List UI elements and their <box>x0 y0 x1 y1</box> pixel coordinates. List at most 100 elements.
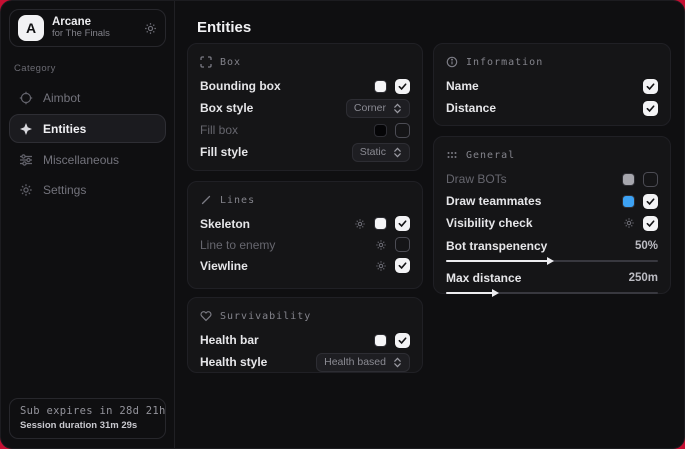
setting-row-fill-style: Fill style Static <box>200 141 410 163</box>
setting-label: Max distance <box>446 271 629 285</box>
row-settings-gear-icon[interactable] <box>375 239 387 251</box>
setting-row-bounding-box: Bounding box <box>200 75 410 97</box>
panel-title: Lines <box>220 195 255 206</box>
setting-label: Name <box>446 79 635 93</box>
panel-survivability: Survivability Health bar Health style He… <box>187 297 423 373</box>
sidebar-item-miscellaneous[interactable]: Miscellaneous <box>9 146 166 173</box>
setting-row-line-to-enemy: Line to enemy <box>200 234 410 255</box>
setting-label: Draw teammates <box>446 194 614 208</box>
line-icon <box>200 194 212 206</box>
setting-row-health-style: Health style Health based <box>200 351 410 373</box>
checkbox-checked[interactable] <box>395 258 410 273</box>
setting-label: Fill box <box>200 123 366 137</box>
checkbox-checked[interactable] <box>643 101 658 116</box>
setting-label: Box style <box>200 101 338 115</box>
health-style-select[interactable]: Health based <box>316 353 410 372</box>
panel-title: General <box>466 150 515 161</box>
panel-box: Box Bounding box Box style Corner Fill b… <box>187 43 423 171</box>
setting-label: Fill style <box>200 145 344 159</box>
slider-fill <box>446 292 493 294</box>
color-swatch[interactable] <box>622 195 635 208</box>
logo-card: A Arcane for The Finals <box>9 9 166 47</box>
max-distance-slider[interactable] <box>446 292 658 294</box>
setting-label: Health style <box>200 355 308 369</box>
slider-value: 250m <box>629 272 658 284</box>
category-label: Category <box>14 63 166 74</box>
subscription-card: Sub expires in 28d 21h Session duration … <box>9 398 166 439</box>
setting-row-max-distance: Max distance 250m <box>446 268 658 288</box>
panel-general-header: General <box>446 146 658 164</box>
panel-survivability-header: Survivability <box>200 307 410 325</box>
panel-title: Survivability <box>220 311 311 322</box>
color-swatch[interactable] <box>374 217 387 230</box>
page-title: Entities <box>197 19 251 36</box>
info-icon <box>446 56 458 68</box>
sidebar-item-label: Entities <box>43 122 86 136</box>
checkbox-checked[interactable] <box>643 79 658 94</box>
setting-row-fill-box: Fill box <box>200 119 410 141</box>
color-swatch[interactable] <box>374 124 387 137</box>
setting-row-health-bar: Health bar <box>200 329 410 351</box>
panel-box-header: Box <box>200 53 410 71</box>
select-value: Corner <box>354 102 386 114</box>
panel-lines-header: Lines <box>200 191 410 209</box>
select-value: Health based <box>324 356 386 368</box>
crosshair-icon <box>19 91 33 105</box>
bot-transparency-slider[interactable] <box>446 260 658 262</box>
setting-label: Distance <box>446 101 635 115</box>
setting-row-visibility-check: Visibility check <box>446 212 658 234</box>
sidebar-item-aimbot[interactable]: Aimbot <box>9 84 166 111</box>
sidebar-item-label: Aimbot <box>43 91 80 105</box>
sidebar-item-label: Miscellaneous <box>43 153 119 167</box>
checkbox-checked[interactable] <box>395 79 410 94</box>
row-settings-gear-icon[interactable] <box>623 217 635 229</box>
account-gear-icon[interactable] <box>144 22 157 35</box>
slider-fill <box>446 260 548 262</box>
sidebar: A Arcane for The Finals Category <box>1 1 175 448</box>
session-duration-text: Session duration 31m 29s <box>20 420 155 431</box>
setting-label: Skeleton <box>200 217 346 231</box>
sidebar-item-settings[interactable]: Settings <box>9 176 166 203</box>
heart-icon <box>200 310 212 322</box>
panel-title: Information <box>466 57 543 68</box>
checkbox-checked[interactable] <box>395 333 410 348</box>
slider-thumb[interactable] <box>492 289 499 297</box>
checkbox-checked[interactable] <box>643 194 658 209</box>
checkbox-checked[interactable] <box>643 216 658 231</box>
checkbox-unchecked[interactable] <box>395 123 410 138</box>
color-swatch[interactable] <box>374 334 387 347</box>
setting-label: Line to enemy <box>200 238 367 252</box>
row-settings-gear-icon[interactable] <box>354 218 366 230</box>
app-subtitle: for The Finals <box>52 29 136 40</box>
gear-icon <box>19 183 33 197</box>
slider-value: 50% <box>635 240 658 252</box>
color-swatch[interactable] <box>374 80 387 93</box>
setting-label: Viewline <box>200 259 367 273</box>
setting-label: Bounding box <box>200 79 366 93</box>
sidebar-item-entities[interactable]: Entities <box>9 114 166 143</box>
box-style-select[interactable]: Corner <box>346 99 410 118</box>
checkbox-checked[interactable] <box>395 216 410 231</box>
slider-thumb[interactable] <box>547 257 554 265</box>
setting-row-skeleton: Skeleton <box>200 213 410 234</box>
color-swatch[interactable] <box>622 173 635 186</box>
setting-row-draw-bots: Draw BOTs <box>446 168 658 190</box>
setting-label: Bot transpenency <box>446 239 635 253</box>
select-value: Static <box>360 146 386 158</box>
setting-label: Visibility check <box>446 216 615 230</box>
unfold-icon <box>393 357 402 368</box>
setting-row-draw-teammates: Draw teammates <box>446 190 658 212</box>
sub-expiry-text: Sub expires in 28d 21h <box>20 405 155 417</box>
checkbox-unchecked[interactable] <box>643 172 658 187</box>
sidebar-item-label: Settings <box>43 183 86 197</box>
setting-row-name: Name <box>446 75 658 97</box>
checkbox-unchecked[interactable] <box>395 237 410 252</box>
unfold-icon <box>393 103 402 114</box>
fill-style-select[interactable]: Static <box>352 143 410 162</box>
setting-row-viewline: Viewline <box>200 255 410 276</box>
row-settings-gear-icon[interactable] <box>375 260 387 272</box>
entities-icon <box>19 122 33 136</box>
setting-label: Health bar <box>200 333 366 347</box>
app-window: A Arcane for The Finals Category <box>0 0 685 449</box>
unfold-icon <box>393 147 402 158</box>
